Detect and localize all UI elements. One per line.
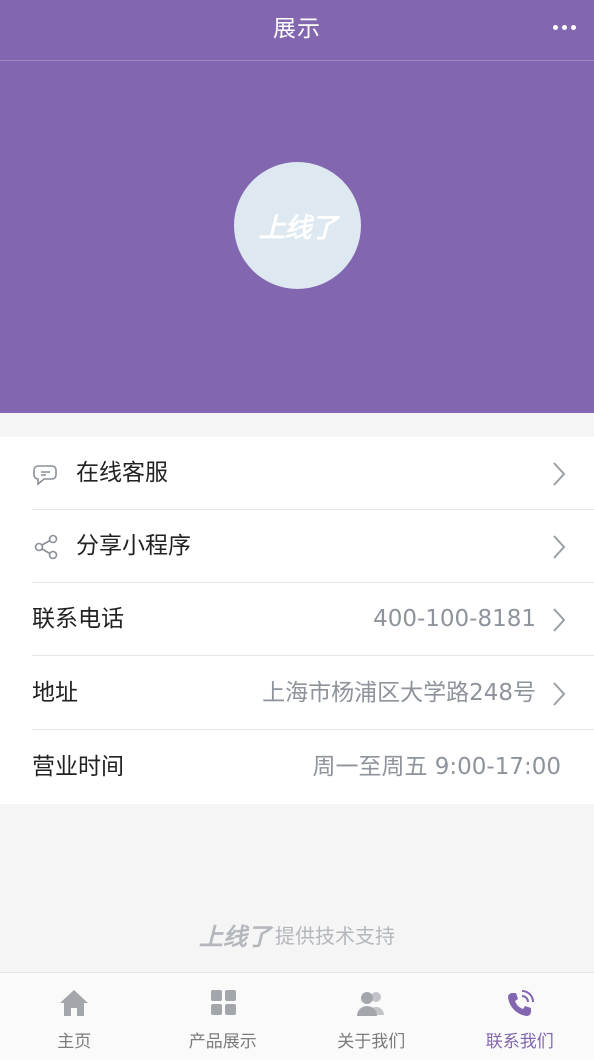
list-item-label: 营业时间 [32,754,124,780]
tech-support-credit: 上线了 提供技术支持 [0,914,594,954]
chevron-right-icon [553,682,566,706]
tab-products[interactable]: 产品展示 [149,973,298,1060]
tab-label: 产品展示 [188,1032,257,1052]
navigation-bar: 展示 [0,0,594,61]
list-item-label: 地址 [32,680,78,706]
home-icon [60,990,89,1016]
chat-bubble-icon [33,465,57,486]
contact-page: 展示 上线了 在线客服 分享小程序 联系电话 400-100-8181 地址 上… [0,0,594,1060]
phone-icon [507,990,534,1016]
tab-label: 联系我们 [485,1032,554,1052]
people-icon [357,992,385,1016]
list-item-online-service[interactable]: 在线客服 [0,437,594,510]
contact-info-list: 在线客服 分享小程序 联系电话 400-100-8181 地址 上海市杨浦区大学… [0,437,594,804]
bottom-tab-bar: 主页 产品展示 关于我们 联系我们 [0,972,594,1060]
page-title: 展示 [273,16,321,42]
chevron-right-icon [553,462,566,486]
list-item-business-hours: 营业时间 周一至周五 9:00-17:00 [0,731,594,804]
chevron-right-icon [553,608,566,632]
credit-text: 提供技术支持 [275,923,395,948]
business-hours-value: 周一至周五 9:00-17:00 [312,754,561,780]
grid-icon [210,990,236,1015]
tab-contact-us[interactable]: 联系我们 [446,973,594,1060]
phone-number-value: 400-100-8181 [373,606,536,632]
credit-logo: 上线了 [199,922,271,951]
hero-banner: 上线了 [0,61,594,413]
list-item-share-mini-program[interactable]: 分享小程序 [0,510,594,583]
logo-avatar: 上线了 [234,162,361,289]
logo-text: 上线了 [258,213,338,244]
list-item-label: 在线客服 [76,460,168,486]
list-item-label: 联系电话 [32,606,124,632]
tab-label: 关于我们 [337,1032,406,1052]
tab-about-us[interactable]: 关于我们 [297,973,446,1060]
list-item-address[interactable]: 地址 上海市杨浦区大学路248号 [0,657,594,730]
chevron-right-icon [553,535,566,559]
list-item-phone[interactable]: 联系电话 400-100-8181 [0,583,594,656]
share-icon [34,534,58,560]
list-item-label: 分享小程序 [76,533,191,559]
more-dots-icon[interactable] [544,10,584,44]
tab-home[interactable]: 主页 [0,973,149,1060]
address-value: 上海市杨浦区大学路248号 [262,680,536,706]
tab-label: 主页 [57,1032,92,1052]
